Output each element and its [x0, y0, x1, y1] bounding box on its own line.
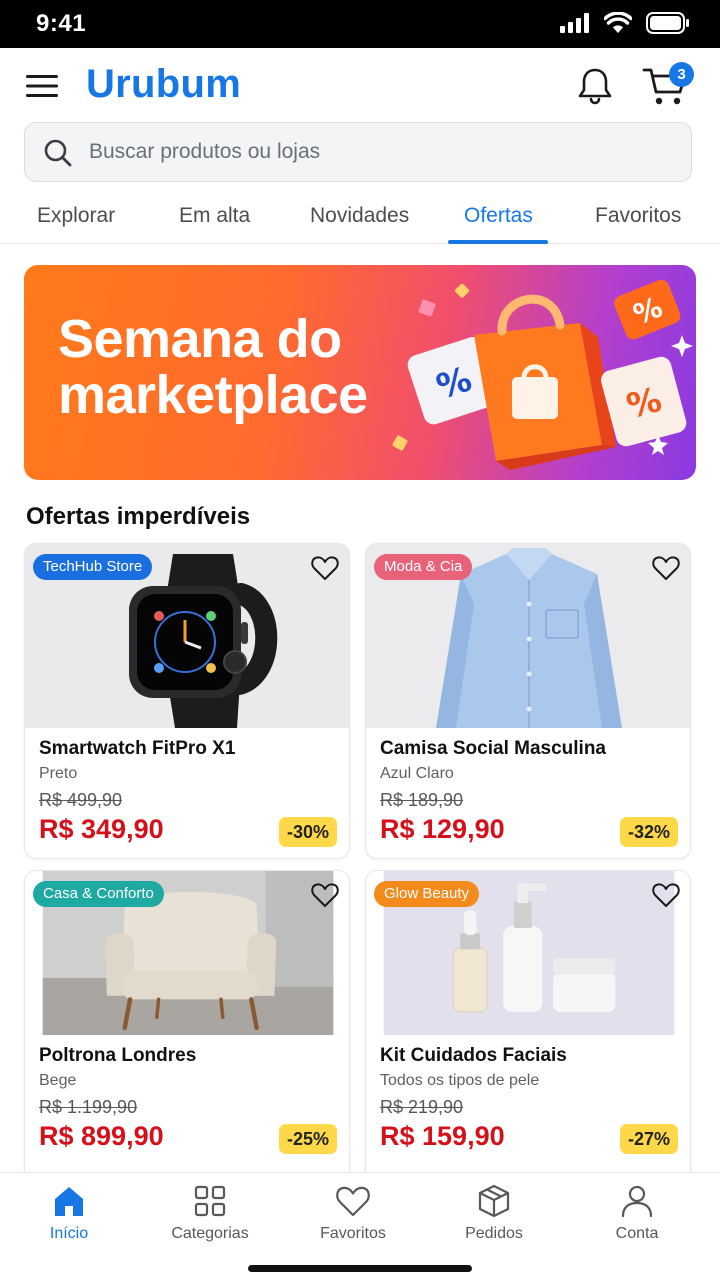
product-name: Camisa Social Masculina [380, 738, 606, 759]
cart-count-badge: 3 [669, 62, 694, 87]
section-title: Ofertas imperdíveis [26, 503, 251, 530]
search-input[interactable] [89, 123, 679, 181]
product-old-price: R$ 189,90 [380, 790, 464, 810]
wifi-icon [604, 12, 632, 33]
product-card[interactable]: TechHub Store Smartwatch FitPro X1 Preto… [24, 543, 350, 859]
discount-badge: -27% [619, 1124, 678, 1154]
product-price: R$ 159,90 [380, 1121, 505, 1151]
bell-icon[interactable] [576, 66, 614, 106]
category-tabs: Explorar Em alta Novidades Ofertas Favor… [0, 190, 720, 244]
search-icon [44, 139, 72, 167]
product-old-price: R$ 499,90 [39, 790, 123, 810]
menu-icon[interactable] [24, 68, 60, 104]
tab-ofertas[interactable]: Ofertas [464, 204, 533, 228]
home-indicator [248, 1265, 472, 1272]
nav-item-conta[interactable]: Conta [572, 1183, 702, 1253]
product-card[interactable]: Glow Beauty Kit Cuidados Faciais Todos o… [365, 870, 691, 1186]
store-badge[interactable]: Casa & Conforto [33, 881, 164, 907]
shopping-bag-illustration: % % % [392, 279, 693, 470]
bottom-nav: Início Categorias Favoritos Pedidos Cont… [0, 1172, 720, 1280]
status-bar: 9:41 [0, 0, 720, 48]
product-price: R$ 349,90 [39, 814, 164, 844]
product-card[interactable]: Moda & Cia Camisa Social Masculina Azul … [365, 543, 691, 859]
box-icon [478, 1184, 510, 1218]
product-variant: Todos os tipos de pele [380, 1072, 540, 1089]
product-variant: Preto [39, 765, 78, 782]
active-tab-indicator [448, 240, 548, 244]
product-name: Poltrona Londres [39, 1045, 197, 1066]
nav-label: Conta [615, 1225, 659, 1242]
search-bar[interactable] [24, 122, 692, 182]
status-icons [560, 12, 690, 34]
nav-item-favoritos[interactable]: Favoritos [288, 1183, 418, 1253]
discount-badge: -25% [278, 1124, 337, 1154]
product-price: R$ 899,90 [39, 1121, 164, 1151]
product-name: Kit Cuidados Faciais [380, 1045, 567, 1066]
product-name: Smartwatch FitPro X1 [39, 738, 236, 759]
product-price: R$ 129,90 [380, 814, 505, 844]
nav-label: Pedidos [465, 1225, 523, 1242]
heart-icon[interactable] [311, 555, 339, 581]
app-header: Urubum [0, 48, 720, 124]
user-icon [621, 1185, 653, 1218]
discount-badge: -30% [278, 817, 337, 847]
store-badge[interactable]: TechHub Store [33, 554, 153, 580]
banner-title: Semana do marketplace [58, 309, 368, 425]
home-icon [55, 1187, 83, 1216]
battery-icon [646, 12, 689, 34]
product-card[interactable]: Casa & Conforto Poltrona Londres Bege R$… [24, 870, 350, 1186]
product-variant: Bege [39, 1072, 77, 1089]
product-old-price: R$ 219,90 [380, 1097, 464, 1117]
product-old-price: R$ 1.199,90 [39, 1097, 138, 1117]
nav-item-pedidos[interactable]: Pedidos [429, 1183, 559, 1253]
discount-badge: -32% [619, 817, 678, 847]
nav-item-categorias[interactable]: Categorias [145, 1183, 275, 1253]
tab-explorar[interactable]: Explorar [37, 204, 115, 228]
heart-icon[interactable] [311, 882, 339, 908]
heart-icon[interactable] [652, 555, 680, 581]
brand-logo[interactable]: Urubum [86, 62, 241, 107]
signal-icon [560, 13, 589, 33]
grid-icon [194, 1185, 226, 1217]
tab-novidades[interactable]: Novidades [310, 204, 409, 228]
heart-icon [336, 1186, 370, 1217]
store-badge[interactable]: Glow Beauty [374, 881, 480, 907]
status-time: 9:41 [36, 10, 87, 37]
nav-label: Categorias [171, 1225, 249, 1242]
heart-icon[interactable] [652, 882, 680, 908]
product-variant: Azul Claro [380, 765, 454, 782]
tab-em-alta[interactable]: Em alta [179, 204, 250, 228]
store-badge[interactable]: Moda & Cia [374, 554, 473, 580]
nav-item-inicio[interactable]: Início [4, 1183, 134, 1253]
nav-label: Favoritos [320, 1225, 386, 1242]
promo-banner[interactable]: Semana do marketplace % % % [24, 265, 696, 480]
tab-favoritos[interactable]: Favoritos [595, 204, 681, 228]
nav-label: Início [49, 1225, 89, 1242]
